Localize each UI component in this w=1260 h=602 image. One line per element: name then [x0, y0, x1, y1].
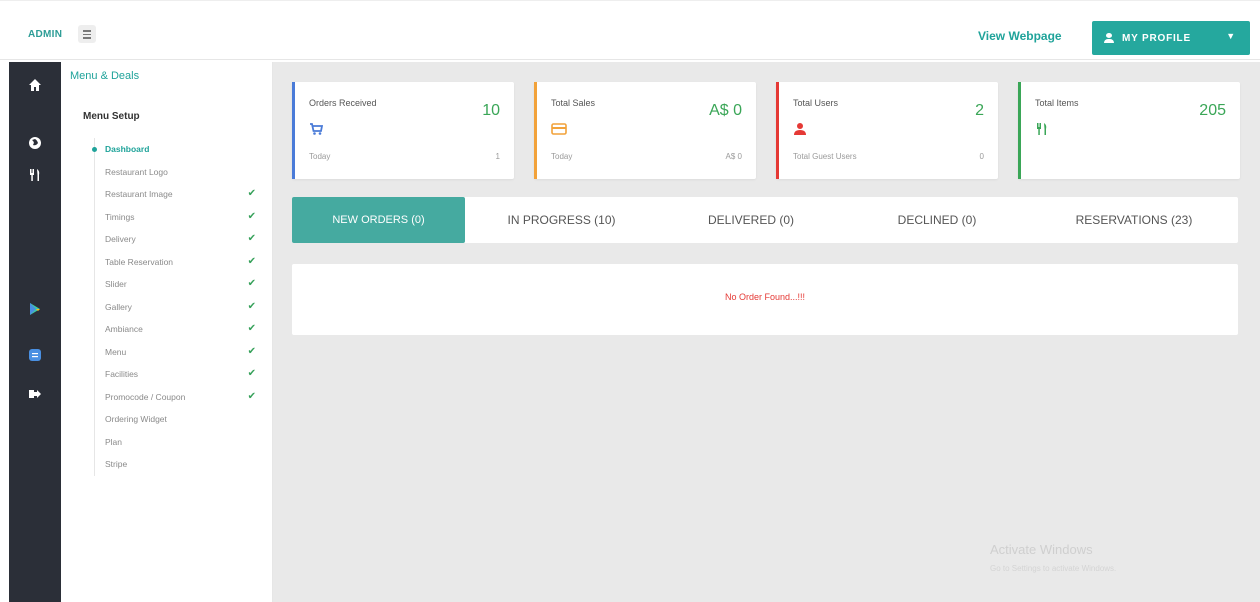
play-store-icon[interactable] [28, 302, 42, 316]
card-value: 205 [1199, 102, 1226, 119]
card-accent-bar [534, 82, 537, 179]
menu-item-timings[interactable]: Timings ✔ [95, 206, 262, 229]
menu-item-facilities[interactable]: Facilities ✔ [95, 363, 262, 386]
check-icon: ✔ [247, 188, 256, 199]
check-icon: ✔ [247, 210, 256, 222]
menu-item-label: Restaurant Image [105, 189, 173, 199]
activate-windows-subtitle: Go to Settings to activate Windows. [990, 564, 1117, 573]
check-icon: ✔ [247, 390, 256, 402]
card-accent-bar [1018, 82, 1021, 179]
menu-item-gallery[interactable]: Gallery ✔ [95, 296, 262, 319]
no-order-message: No Order Found...!!! [724, 292, 806, 302]
chevron-down-icon: ▼ [1226, 31, 1236, 41]
user-icon [793, 122, 807, 136]
tab-declined[interactable]: DECLINED (0) [844, 197, 1030, 243]
utensils-icon [1035, 122, 1049, 136]
menu-deals-title[interactable]: Menu & Deals [70, 70, 139, 82]
menu-setup-list: Dashboard Restaurant Logo Restaurant Image… [92, 138, 262, 476]
activate-windows-title: Activate Windows [990, 542, 1093, 557]
check-icon: ✔ [247, 300, 256, 312]
card-value: A$ 0 [709, 102, 742, 119]
menu-item-dashboard[interactable]: Dashboard [92, 138, 262, 161]
stat-card-total-items: Total Items 205 [1018, 82, 1240, 179]
cart-icon [309, 122, 324, 136]
my-profile-button[interactable]: MY PROFILE ▼ [1092, 21, 1250, 55]
menu-item-label: Facilities [105, 369, 139, 379]
stat-card-total-sales: Total Sales A$ 0 Today A$ 0 [534, 82, 756, 179]
admin-label: ADMIN [28, 29, 63, 40]
check-icon: ✔ [247, 255, 256, 267]
user-icon [1104, 33, 1114, 43]
home-icon[interactable] [28, 78, 42, 92]
credit-card-icon [551, 122, 567, 136]
card-sub-label: Total Guest Users [793, 152, 857, 161]
my-profile-label: MY PROFILE [1122, 32, 1191, 44]
menu-item-ambiance[interactable]: Ambiance ✔ [95, 318, 262, 341]
menu-toggle-button[interactable] [78, 25, 96, 43]
menu-item-label: Delivery [105, 234, 136, 244]
menu-item-delivery[interactable]: Delivery ✔ [95, 228, 262, 251]
menu-item-label: Timings [105, 211, 135, 222]
card-label: Orders Received [309, 98, 377, 108]
utensils-icon[interactable] [28, 168, 42, 182]
hamburger-icon [83, 30, 91, 32]
top-bar: ADMIN View Webpage MY PROFILE ▼ [0, 0, 1260, 60]
check-icon: ✔ [247, 345, 256, 357]
menu-item-label: Dashboard [105, 144, 150, 154]
card-label: Total Sales [551, 98, 596, 108]
menu-item-label: Ambiance [105, 324, 143, 334]
logout-icon[interactable] [28, 387, 42, 401]
menu-item-label: Ordering Widget [105, 414, 167, 424]
tab-in-progress[interactable]: IN PROGRESS (10) [465, 197, 658, 243]
menu-item-ordering-widget[interactable]: Ordering Widget [95, 408, 262, 431]
menu-item-label: Plan [105, 436, 123, 447]
main-content: Orders Received 10 Today 1 Total Sales A$ 0 To… [273, 62, 1260, 602]
card-sub-value: 0 [979, 152, 984, 161]
icon-sidebar [9, 62, 61, 602]
check-icon: ✔ [247, 233, 256, 244]
tab-new-orders[interactable]: NEW ORDERS (0) [292, 197, 465, 243]
check-icon: ✔ [247, 368, 256, 379]
card-accent-bar [776, 82, 779, 179]
menu-item-menu[interactable]: Menu ✔ [95, 341, 262, 364]
stat-card-total-users: Total Users 2 Total Guest Users 0 [776, 82, 998, 179]
orders-tabs: NEW ORDERS (0) IN PROGRESS (10) DELIVERED … [292, 197, 1238, 243]
menu-item-promocode-coupon[interactable]: Promocode / Coupon ✔ [95, 386, 262, 409]
menu-item-label: Restaurant Logo [105, 166, 168, 177]
tab-delivered[interactable]: DELIVERED (0) [658, 197, 844, 243]
card-sub-label: Today [551, 152, 573, 161]
stat-card-orders-received: Orders Received 10 Today 1 [292, 82, 514, 179]
menu-item-label: Gallery [105, 301, 132, 312]
check-icon: ✔ [247, 278, 256, 289]
menu-item-label: Stripe [105, 459, 128, 469]
card-sub-value: A$ 0 [725, 152, 742, 161]
card-label: Total Users [793, 98, 839, 108]
card-sub-value: 1 [495, 152, 500, 161]
menu-item-table-reservation[interactable]: Table Reservation ✔ [95, 251, 262, 274]
tab-reservations[interactable]: RESERVATIONS (23) [1030, 197, 1238, 243]
globe-icon[interactable] [28, 136, 42, 150]
menu-item-label: Menu [105, 346, 127, 357]
menu-item-label: Promocode / Coupon [105, 391, 186, 402]
menu-setup-panel: Menu & Deals Menu Setup Dashboard Restaur… [61, 62, 273, 602]
menu-item-restaurant-image[interactable]: Restaurant Image ✔ [95, 183, 262, 206]
card-accent-bar [292, 82, 295, 179]
menu-item-plan[interactable]: Plan [95, 431, 262, 454]
app-store-icon[interactable] [28, 348, 42, 362]
card-label: Total Items [1035, 98, 1079, 108]
menu-item-slider[interactable]: Slider ✔ [95, 273, 262, 296]
card-value: 10 [482, 102, 500, 119]
card-sub-label: Today [309, 152, 331, 161]
menu-item-restaurant-logo[interactable]: Restaurant Logo [95, 161, 262, 184]
check-icon: ✔ [247, 323, 256, 334]
menu-item-stripe[interactable]: Stripe [95, 453, 262, 476]
menu-setup-heading: Menu Setup [83, 111, 140, 122]
menu-item-label: Table Reservation [105, 256, 174, 267]
view-webpage-link[interactable]: View Webpage [978, 29, 1062, 43]
orders-panel: No Order Found...!!! [292, 264, 1238, 335]
menu-item-label: Slider [105, 279, 127, 289]
card-value: 2 [975, 102, 984, 119]
